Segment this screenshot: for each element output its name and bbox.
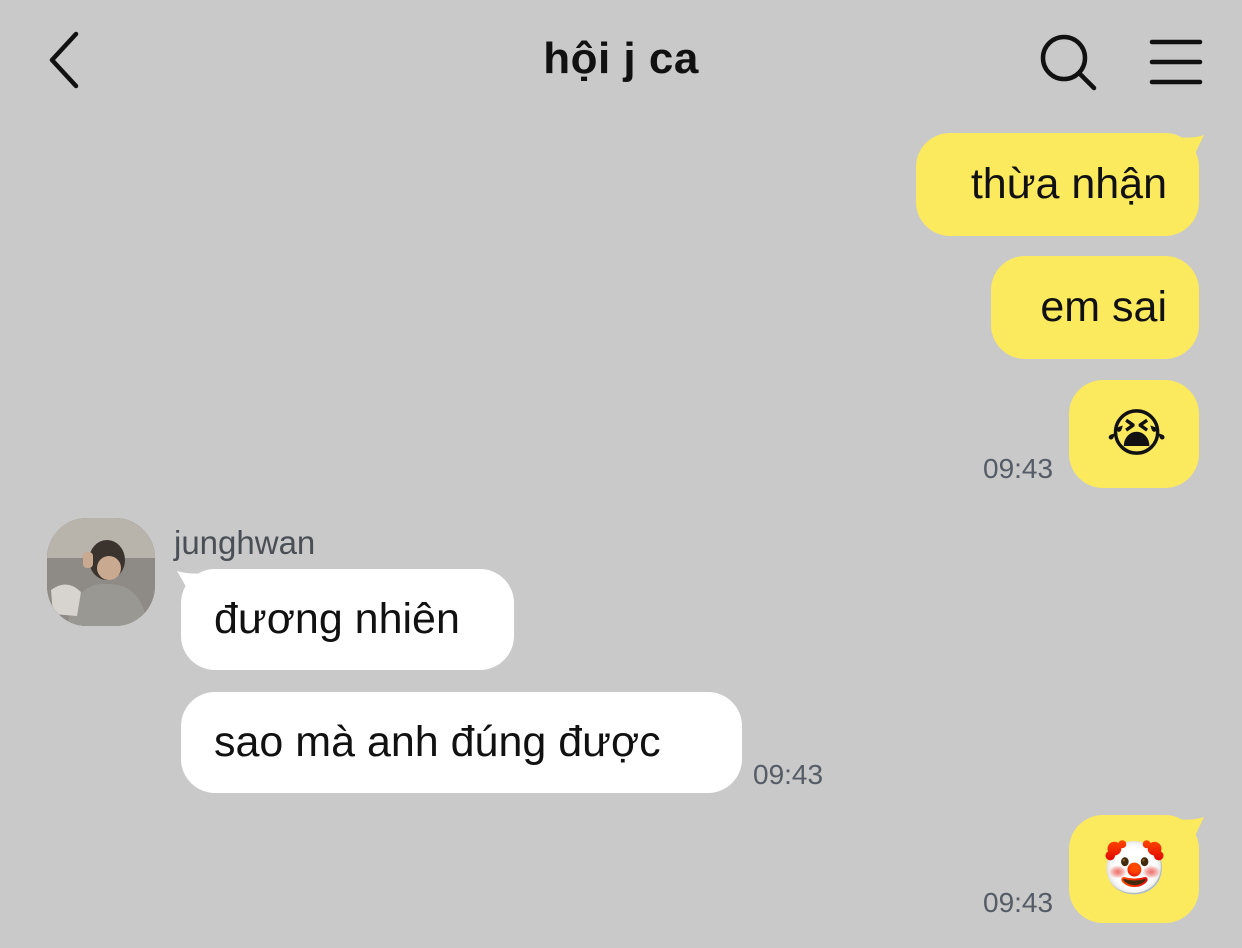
clown-face-emoji: 🤡 <box>1102 840 1167 898</box>
crying-face-emoji: 😭 <box>1106 405 1167 463</box>
search-button[interactable] <box>1036 30 1100 94</box>
message-text: sao mà anh đúng được <box>214 718 661 766</box>
chat-header: hội j ca <box>0 0 1242 120</box>
message-timestamp: 09:43 <box>753 759 824 790</box>
message-bubble-received[interactable]: sao mà anh đúng được <box>181 692 742 793</box>
message-bubble-sent[interactable]: 🤡 <box>1069 815 1199 923</box>
message-text: em sai <box>1040 283 1167 331</box>
message-bubble-received[interactable]: đương nhiên <box>181 569 514 670</box>
message-text: thừa nhận <box>970 160 1167 208</box>
message-bubble-sent[interactable]: em sai <box>991 256 1199 359</box>
message-bubble-sent[interactable]: thừa nhận <box>916 133 1199 236</box>
menu-button[interactable] <box>1148 36 1206 88</box>
search-icon <box>1040 34 1097 91</box>
message-bubble-sent[interactable]: 😭 <box>1069 380 1199 488</box>
avatar[interactable] <box>47 518 155 626</box>
message-timestamp: 09:43 <box>983 453 1054 484</box>
avatar-photo <box>47 518 155 626</box>
menu-icon <box>1149 39 1203 85</box>
sender-name: junghwan <box>174 524 316 561</box>
message-text: đương nhiên <box>214 595 460 643</box>
message-timestamp: 09:43 <box>983 887 1054 918</box>
